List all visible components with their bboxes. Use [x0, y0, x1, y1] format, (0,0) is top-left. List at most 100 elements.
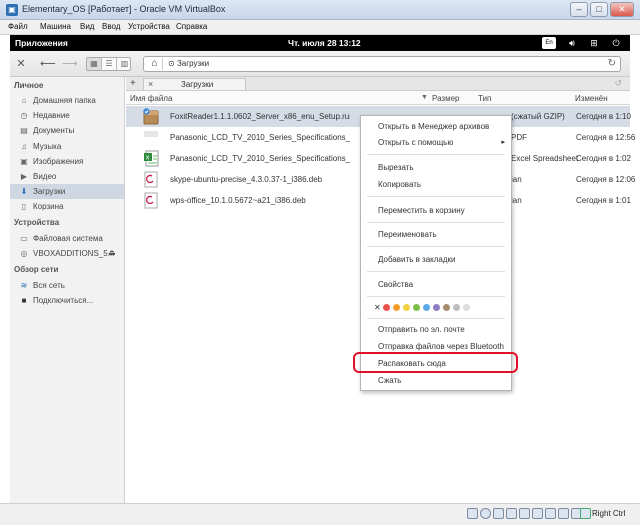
- shared-folder-icon[interactable]: [532, 508, 543, 519]
- menu-cut[interactable]: Вырезать: [361, 161, 511, 175]
- home-icon[interactable]: ⌂: [147, 58, 163, 70]
- breadcrumb[interactable]: ⊙ Загрузки: [168, 59, 209, 68]
- maximize-button[interactable]: □: [590, 2, 608, 17]
- menu-machine[interactable]: Машина: [40, 22, 71, 31]
- color-tag-swatch[interactable]: [443, 304, 450, 311]
- menu-input[interactable]: Ввод: [102, 22, 120, 31]
- menu-add-bookmark[interactable]: Добавить в закладки: [361, 253, 511, 267]
- column-size[interactable]: Размер: [432, 94, 460, 103]
- menu-open-with[interactable]: Открыть с помощью ▸: [361, 136, 511, 150]
- color-tag-swatch[interactable]: [463, 304, 470, 311]
- color-tag-swatch[interactable]: [413, 304, 420, 311]
- clock-icon: ◷: [20, 111, 28, 120]
- menu-open-archive-manager[interactable]: Открыть в Менеджер архивов: [361, 120, 511, 134]
- menu-file[interactable]: Файл: [8, 22, 28, 31]
- hdd-status-icon[interactable]: [467, 508, 478, 519]
- menu-send-email[interactable]: Отправить по эл. почте: [361, 323, 511, 337]
- sidebar: Личное ⌂ Домашняя папка ◷ Недавние ▤ Докуме…: [10, 77, 125, 503]
- menu-move-to-trash[interactable]: Переместить в корзину: [361, 204, 511, 218]
- close-window-icon[interactable]: ✕: [14, 57, 28, 71]
- file-name: Panasonic_LCD_TV_2010_Series_Specificati…: [170, 133, 350, 142]
- audio-status-icon[interactable]: [493, 508, 504, 519]
- column-type[interactable]: Тип: [478, 94, 491, 103]
- optical-drive-icon[interactable]: [480, 508, 491, 519]
- columns-view-icon[interactable]: ▥: [117, 58, 132, 70]
- color-tag-swatch[interactable]: [393, 304, 400, 311]
- virtualbox-icon: ▣: [6, 4, 18, 16]
- menu-icon[interactable]: [626, 57, 630, 71]
- menu-help[interactable]: Справка: [176, 22, 207, 31]
- eject-icon[interactable]: ⏏: [108, 248, 116, 257]
- menu-rename[interactable]: Переименовать: [361, 228, 511, 242]
- network-status-icon[interactable]: [506, 508, 517, 519]
- archive-icon: [143, 108, 159, 125]
- sort-desc-icon[interactable]: ▼: [421, 94, 428, 101]
- file-modified: Сегодня в 1:02: [576, 154, 631, 163]
- color-tag-swatch[interactable]: [403, 304, 410, 311]
- reload-icon[interactable]: ↻: [608, 58, 616, 69]
- sidebar-item-music[interactable]: ♫ Музыка: [10, 139, 124, 154]
- keyboard-layout-indicator[interactable]: En: [542, 37, 556, 49]
- network-icon[interactable]: ⊞: [588, 37, 600, 49]
- location-bar[interactable]: ⌂ ⊙ Загрузки ↻: [143, 56, 621, 72]
- column-modified[interactable]: Изменён: [575, 94, 608, 103]
- file-modified: Сегодня в 1:01: [576, 196, 631, 205]
- spreadsheet-icon: x: [143, 150, 159, 167]
- volume-icon[interactable]: 🔊︎: [566, 37, 578, 49]
- sidebar-item-images[interactable]: ▣ Изображения: [10, 154, 124, 169]
- column-name[interactable]: Имя файла: [130, 94, 172, 103]
- color-tag-swatch[interactable]: [433, 304, 440, 311]
- grid-view-icon[interactable]: ▦: [87, 58, 102, 70]
- tab-downloads[interactable]: × Загрузки: [143, 78, 246, 90]
- mouse-integration-icon[interactable]: [580, 508, 591, 519]
- forward-arrow-icon[interactable]: ⟶: [62, 57, 78, 71]
- breadcrumb-downloads[interactable]: Загрузки: [177, 59, 209, 68]
- menu-copy[interactable]: Копировать: [361, 178, 511, 192]
- applications-menu[interactable]: Приложения: [15, 38, 68, 48]
- sidebar-item-vboxadditions[interactable]: ◎ VBOXADDITIONS_5... ⏏: [10, 246, 124, 261]
- menu-compress[interactable]: Сжать: [361, 374, 511, 388]
- list-view-icon[interactable]: ☰: [102, 58, 117, 70]
- file-name: FoxitReader1.1.1.0602_Server_x86_enu_Set…: [170, 112, 350, 121]
- menu-view[interactable]: Вид: [80, 22, 94, 31]
- back-arrow-icon[interactable]: ⟵: [40, 57, 56, 71]
- menu-separator: [367, 222, 505, 223]
- tab-close-icon[interactable]: ×: [148, 79, 153, 89]
- file-name: wps-office_10.1.0.5672~a21_i386.deb: [170, 196, 306, 205]
- menu-devices[interactable]: Устройства: [128, 22, 170, 31]
- clear-tag-icon[interactable]: ✕: [374, 303, 381, 312]
- panel-clock[interactable]: Чт. июля 28 13:12: [288, 38, 361, 48]
- svg-text:x: x: [146, 154, 150, 162]
- sidebar-item-filesystem[interactable]: ▭ Файловая система: [10, 231, 124, 246]
- sidebar-item-entire-network[interactable]: ≋ Вся сеть: [10, 278, 124, 293]
- sidebar-item-recent[interactable]: ◷ Недавние: [10, 108, 124, 123]
- color-tag-swatch[interactable]: [423, 304, 430, 311]
- sidebar-item-connect-server[interactable]: ■ Подключиться...: [10, 293, 124, 308]
- sidebar-header-network: Обзор сети: [14, 265, 59, 274]
- sidebar-item-downloads[interactable]: ⬇ Загрузки: [10, 184, 124, 199]
- vm-border-left: [0, 35, 10, 503]
- display-status-icon[interactable]: [545, 508, 556, 519]
- closed-tabs-icon[interactable]: ↺: [614, 78, 622, 89]
- debian-package-icon: [143, 171, 159, 188]
- file-name: Panasonic_LCD_TV_2010_Series_Specificati…: [170, 154, 350, 163]
- color-tag-swatch[interactable]: [453, 304, 460, 311]
- minimize-button[interactable]: –: [570, 2, 588, 17]
- new-tab-button[interactable]: +: [130, 78, 136, 89]
- menu-properties[interactable]: Свойства: [361, 278, 511, 292]
- sidebar-item-documents[interactable]: ▤ Документы: [10, 123, 124, 138]
- color-tag-swatch[interactable]: [383, 304, 390, 311]
- power-icon[interactable]: ⏻: [610, 37, 622, 49]
- sidebar-item-video[interactable]: ▶ Видео: [10, 169, 124, 184]
- document-icon: ▤: [20, 126, 28, 135]
- sidebar-item-home[interactable]: ⌂ Домашняя папка: [10, 93, 124, 108]
- menu-separator: [367, 154, 505, 155]
- file-modified: Сегодня в 12:56: [576, 133, 636, 142]
- window-titlebar[interactable]: ▣ Elementary_OS [Работает] - Oracle VM V…: [0, 0, 640, 20]
- sidebar-item-trash[interactable]: ▯ Корзина: [10, 199, 124, 214]
- usb-status-icon[interactable]: [519, 508, 530, 519]
- close-button[interactable]: ✕: [610, 2, 634, 17]
- recording-status-icon[interactable]: [558, 508, 569, 519]
- context-menu: Открыть в Менеджер архивов Открыть с пом…: [360, 115, 512, 391]
- host-key-label: Right Ctrl: [592, 509, 626, 518]
